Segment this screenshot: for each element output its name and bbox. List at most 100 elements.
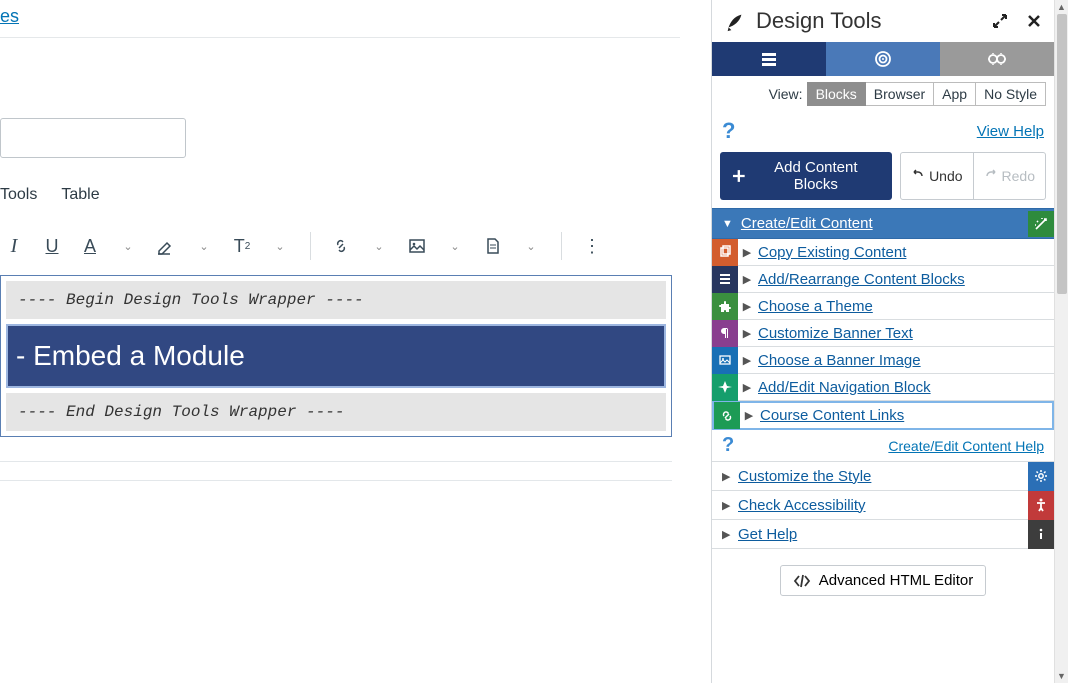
magic-wand-icon[interactable]: [1028, 211, 1054, 237]
caret-right-icon: ▶: [738, 273, 756, 286]
item-course-content-links[interactable]: ▶ Course Content Links: [712, 401, 1054, 430]
item-label: Add/Edit Navigation Block: [756, 379, 931, 396]
caret-right-icon: ▶: [722, 499, 738, 512]
caret-down-icon[interactable]: ⌄: [365, 232, 393, 260]
italic-icon[interactable]: I: [0, 232, 28, 260]
menu-table[interactable]: Table: [61, 186, 99, 204]
help-icon[interactable]: ?: [722, 118, 735, 144]
undo-button[interactable]: Undo: [900, 152, 973, 200]
redo-button[interactable]: Redo: [974, 152, 1046, 200]
document-icon[interactable]: [479, 232, 507, 260]
toolbar-divider: [310, 232, 311, 260]
gear-icon: [1028, 462, 1054, 491]
compass-icon: [712, 374, 738, 401]
caret-right-icon: ▶: [738, 381, 756, 394]
page-title-input[interactable]: [0, 118, 186, 158]
text-color-icon[interactable]: A: [76, 232, 104, 260]
item-check-accessibility[interactable]: ▶ Check Accessibility: [712, 491, 1054, 520]
undo-icon: [911, 169, 925, 183]
item-choose-theme[interactable]: ▶ Choose a Theme: [712, 293, 1054, 320]
caret-right-icon: ▶: [722, 528, 738, 541]
section-title: Create/Edit Content: [741, 215, 1022, 232]
toolbar-divider: [561, 232, 562, 260]
menu-tools[interactable]: Tools: [0, 186, 37, 204]
view-app[interactable]: App: [934, 82, 976, 106]
caret-right-icon: ▶: [738, 327, 756, 340]
item-label: Copy Existing Content: [756, 244, 906, 261]
item-choose-banner-image[interactable]: ▶ Choose a Banner Image: [712, 347, 1054, 374]
caret-down-icon[interactable]: ⌄: [517, 232, 545, 260]
module-banner[interactable]: - Embed a Module: [6, 324, 666, 388]
caret-down-icon: ▼: [722, 218, 733, 230]
item-customize-style[interactable]: ▶ Customize the Style: [712, 462, 1054, 491]
copy-icon: [712, 239, 738, 266]
caret-down-icon[interactable]: ⌄: [190, 232, 218, 260]
redo-icon: [984, 169, 998, 183]
action-row: Add Content Blocks Undo Redo: [712, 148, 1054, 208]
item-get-help[interactable]: ▶ Get Help: [712, 520, 1054, 549]
caret-down-icon[interactable]: ⌄: [266, 232, 294, 260]
item-copy-existing[interactable]: ▶ Copy Existing Content: [712, 239, 1054, 266]
list-icon: [712, 266, 738, 293]
panel-tabs: [712, 42, 1054, 76]
underline-icon[interactable]: U: [38, 232, 66, 260]
item-label: Course Content Links: [758, 407, 904, 424]
plus-icon: [732, 169, 746, 183]
add-content-blocks-button[interactable]: Add Content Blocks: [720, 152, 892, 200]
tab-target[interactable]: [826, 42, 940, 76]
advanced-editor-row: Advanced HTML Editor: [712, 549, 1054, 612]
wrapper-end-comment: ---- End Design Tools Wrapper ----: [6, 393, 666, 431]
tab-blocks[interactable]: [712, 42, 826, 76]
item-customize-banner-text[interactable]: ▶ Customize Banner Text: [712, 320, 1054, 347]
caret-down-icon[interactable]: ⌄: [114, 232, 142, 260]
info-icon: [1028, 520, 1054, 549]
caret-right-icon: ▶: [740, 409, 758, 422]
image-icon[interactable]: [403, 232, 431, 260]
breadcrumb-link[interactable]: es: [0, 0, 680, 38]
view-nostyle[interactable]: No Style: [976, 82, 1046, 106]
page-scrollbar[interactable]: ▲ ▼: [1054, 0, 1068, 683]
item-add-rearrange[interactable]: ▶ Add/Rearrange Content Blocks: [712, 266, 1054, 293]
view-label: View:: [769, 86, 803, 102]
editor-area: es Tools Table I U A ⌄ ⌄ T2 ⌄ ⌄ ⌄ ⌄ ⋮ --…: [0, 0, 712, 683]
separator-line: [0, 461, 672, 462]
caret-down-icon[interactable]: ⌄: [441, 232, 469, 260]
scroll-down-icon[interactable]: ▼: [1055, 669, 1068, 683]
tab-settings[interactable]: [940, 42, 1054, 76]
scroll-up-icon[interactable]: ▲: [1055, 0, 1068, 14]
link-icon: [714, 402, 740, 429]
highlight-icon[interactable]: [152, 232, 180, 260]
view-blocks[interactable]: Blocks: [807, 82, 866, 106]
caret-right-icon: ▶: [738, 300, 756, 313]
item-label: Add/Rearrange Content Blocks: [756, 271, 965, 288]
close-icon[interactable]: [1026, 13, 1042, 29]
undo-redo-group: Undo Redo: [900, 152, 1046, 200]
redo-label: Redo: [1002, 168, 1035, 184]
item-label: Check Accessibility: [738, 497, 866, 514]
editor-menu: Tools Table: [0, 186, 711, 204]
add-blocks-label: Add Content Blocks: [752, 159, 880, 193]
section-create-edit[interactable]: ▼ Create/Edit Content: [712, 208, 1054, 239]
scroll-thumb[interactable]: [1057, 14, 1067, 294]
expand-icon[interactable]: [992, 13, 1008, 29]
panel-title: Design Tools: [756, 8, 882, 34]
superscript-icon[interactable]: T2: [228, 232, 256, 260]
caret-right-icon: ▶: [738, 246, 756, 259]
advanced-editor-label: Advanced HTML Editor: [819, 572, 974, 589]
wrapper-begin-comment: ---- Begin Design Tools Wrapper ----: [6, 281, 666, 319]
content-frame[interactable]: ---- Begin Design Tools Wrapper ---- - E…: [0, 275, 672, 437]
code-icon: [793, 574, 811, 588]
advanced-html-editor-button[interactable]: Advanced HTML Editor: [780, 565, 987, 596]
item-navigation-block[interactable]: ▶ Add/Edit Navigation Block: [712, 374, 1054, 401]
undo-label: Undo: [929, 168, 962, 184]
view-help-link[interactable]: View Help: [977, 123, 1044, 140]
item-label: Customize Banner Text: [756, 325, 913, 342]
caret-right-icon: ▶: [738, 354, 756, 367]
help-row: ? View Help: [712, 112, 1054, 148]
design-tools-panel: Design Tools View: Blocks Browser App No…: [712, 0, 1054, 683]
more-icon[interactable]: ⋮: [578, 232, 606, 260]
help-icon[interactable]: ?: [722, 434, 734, 457]
create-edit-help-link[interactable]: Create/Edit Content Help: [888, 438, 1044, 454]
link-icon[interactable]: [327, 232, 355, 260]
view-browser[interactable]: Browser: [866, 82, 934, 106]
